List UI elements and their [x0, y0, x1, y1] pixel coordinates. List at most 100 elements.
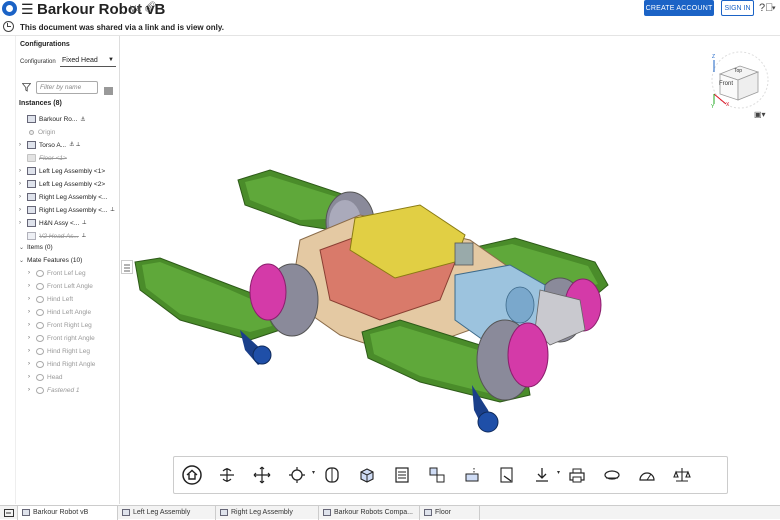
chevron-down-icon[interactable]: ⌄: [19, 244, 27, 251]
chevron-down-icon[interactable]: ▾: [557, 469, 560, 476]
instance-row[interactable]: › Right Leg Assembly <... ⟂: [19, 204, 114, 216]
chevron-right-icon[interactable]: ›: [19, 194, 27, 200]
chevron-right-icon[interactable]: ›: [28, 387, 36, 393]
mate-row[interactable]: › Hind Right Leg: [28, 345, 90, 357]
list-view-icon[interactable]: [104, 82, 113, 95]
mate-connector-icon: ⟂: [82, 219, 87, 226]
explode-icon[interactable]: ▾: [285, 463, 315, 487]
mass-icon[interactable]: [670, 463, 694, 487]
configuration-select[interactable]: Fixed Head ▼: [60, 55, 116, 67]
chevron-right-icon[interactable]: ›: [28, 361, 36, 367]
print-icon[interactable]: [565, 463, 589, 487]
mate-label: Hind Right Angle: [47, 360, 96, 368]
tab-2[interactable]: Right Leg Assembly: [216, 505, 319, 520]
view-cube-front-label[interactable]: Front: [719, 81, 733, 87]
chevron-down-icon[interactable]: ▾: [312, 469, 315, 476]
onshape-logo-icon[interactable]: [2, 1, 17, 16]
mate-row[interactable]: › Front right Angle: [28, 332, 95, 344]
mate-row[interactable]: › Front Lef Leg: [28, 267, 86, 279]
configuration-value: Fixed Head: [62, 57, 98, 64]
tab-0[interactable]: Barkour Robot vB: [18, 505, 118, 520]
configuration-label: Configuration: [20, 59, 56, 65]
mate-row[interactable]: › Hind Right Angle: [28, 358, 95, 370]
fixed-icon: ⚓︎: [80, 116, 86, 123]
tab-3[interactable]: Barkour Robots Compa...: [319, 505, 420, 520]
instance-label: Origin: [38, 128, 56, 136]
assembly-icon: [27, 206, 36, 214]
link-icon[interactable]: 🔗︎: [144, 2, 157, 13]
chevron-down-icon[interactable]: ⌄: [19, 257, 27, 264]
sign-in-button[interactable]: SIGN IN: [721, 0, 754, 16]
tab-manager-icon[interactable]: [0, 505, 18, 520]
drawing-icon[interactable]: [495, 463, 519, 487]
mate-features-section[interactable]: ⌄ Mate Features (10): [19, 254, 82, 266]
mate-label: Front Right Leg: [47, 321, 92, 329]
view-cube[interactable]: Front Top Z X Y: [706, 46, 774, 116]
bom-icon[interactable]: [390, 463, 414, 487]
origin-icon: [29, 129, 34, 135]
instance-row[interactable]: Barkour Ro... ⚓︎: [19, 113, 86, 125]
rotate-icon[interactable]: [215, 463, 239, 487]
feature-panel: Configurations Configuration Fixed Head …: [15, 36, 120, 504]
chevron-right-icon[interactable]: ›: [19, 168, 27, 174]
instance-row[interactable]: Floor <1>: [19, 152, 67, 164]
instance-row[interactable]: › Right Leg Assembly <...: [19, 191, 107, 203]
tab-label: Barkour Robots Compa...: [334, 509, 413, 516]
mate-row[interactable]: › Hind Left: [28, 293, 73, 305]
items-section[interactable]: ⌄ Items (0): [19, 241, 53, 253]
view-cube-top-label[interactable]: Top: [734, 68, 742, 74]
mate-row[interactable]: › Fastened 1: [28, 384, 80, 396]
mate-row[interactable]: › Hind Left Angle: [28, 306, 91, 318]
tab-label: Left Leg Assembly: [133, 509, 191, 516]
configure-icon[interactable]: [425, 463, 449, 487]
home-icon[interactable]: [180, 463, 204, 487]
chevron-right-icon[interactable]: ›: [28, 348, 36, 354]
instance-row[interactable]: › Torso A... ⚓︎ ⟂: [19, 139, 80, 151]
section-icon[interactable]: [320, 463, 344, 487]
tab-1[interactable]: Left Leg Assembly: [118, 505, 216, 520]
view-options-icon[interactable]: ▣▾: [754, 110, 766, 119]
tab-4[interactable]: Floor: [420, 505, 480, 520]
filter-input[interactable]: Filter by name: [36, 81, 98, 94]
mate-label: Hind Left: [47, 295, 74, 303]
tape-icon[interactable]: [600, 463, 624, 487]
mate-row[interactable]: › Front Right Leg: [28, 319, 92, 331]
chevron-right-icon[interactable]: ›: [19, 207, 27, 213]
chevron-right-icon[interactable]: ›: [28, 283, 36, 289]
help-dropdown-icon[interactable]: ▾: [772, 4, 776, 12]
instance-row[interactable]: › H&N Assy <... ⟂: [19, 217, 86, 229]
assembly-icon: [27, 167, 36, 175]
instance-row[interactable]: › Left Leg Assembly <2>: [19, 178, 105, 190]
mate-row[interactable]: › Front Left Angle: [28, 280, 93, 292]
protractor-icon[interactable]: [635, 463, 659, 487]
chevron-right-icon[interactable]: ›: [28, 309, 36, 315]
chevron-right-icon[interactable]: ›: [28, 335, 36, 341]
document-version[interactable]: V4: [130, 4, 141, 14]
instance-row[interactable]: › Left Leg Assembly <1>: [19, 165, 105, 177]
chevron-right-icon[interactable]: ›: [19, 181, 27, 187]
export-icon[interactable]: ▾: [530, 463, 560, 487]
chevron-right-icon[interactable]: ›: [28, 322, 36, 328]
chevron-right-icon[interactable]: ›: [19, 220, 27, 226]
robot-model[interactable]: [121, 36, 780, 504]
top-bar: ☰ Barkour Robot vB V4 🔗︎ CREATE ACCOUNT …: [0, 0, 780, 18]
chevron-right-icon[interactable]: ›: [19, 142, 27, 148]
axis-x-label: X: [726, 102, 730, 108]
instance-row[interactable]: Origin: [19, 126, 55, 138]
chevron-right-icon[interactable]: ›: [28, 296, 36, 302]
render-icon[interactable]: [355, 463, 379, 487]
filter-icon[interactable]: [22, 83, 31, 92]
mate-icon: [36, 269, 44, 277]
instances-header[interactable]: Instances (8): [19, 100, 62, 107]
tab-bar: Barkour Robot vB Left Leg Assembly Right L…: [0, 505, 780, 520]
mate-row[interactable]: › Head: [28, 371, 63, 383]
chevron-right-icon[interactable]: ›: [28, 270, 36, 276]
graphics-viewport[interactable]: [121, 36, 780, 504]
measure-icon[interactable]: [460, 463, 484, 487]
history-icon[interactable]: [3, 21, 14, 32]
chevron-right-icon[interactable]: ›: [28, 374, 36, 380]
instance-label: Floor <1>: [39, 154, 67, 162]
pan-icon[interactable]: [250, 463, 274, 487]
menu-icon[interactable]: ☰: [21, 2, 34, 16]
create-account-button[interactable]: CREATE ACCOUNT: [644, 0, 714, 16]
